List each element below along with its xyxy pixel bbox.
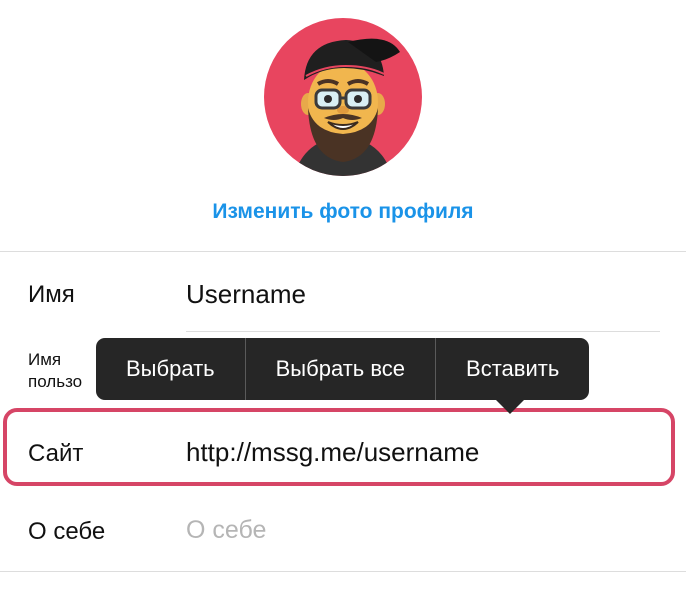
website-highlight-frame [3, 408, 675, 486]
profile-avatar[interactable] [264, 18, 422, 176]
section-divider-bottom [0, 571, 686, 572]
memoji-avatar-icon [294, 38, 400, 176]
name-field[interactable]: Username [186, 279, 306, 310]
bio-field[interactable]: О себе [186, 516, 266, 545]
row-divider [186, 331, 660, 332]
name-label: Имя [28, 281, 75, 308]
change-profile-photo-link[interactable]: Изменить фото профиля [0, 200, 686, 224]
bio-label: О себе [28, 518, 106, 545]
username-label: Имя пользо [28, 349, 82, 393]
text-context-menu: Выбрать Выбрать все Вставить [96, 338, 590, 400]
username-label-line1: Имя [28, 350, 62, 369]
section-divider [0, 251, 686, 252]
menu-item-select-all[interactable]: Выбрать все [246, 338, 435, 400]
username-label-line2: пользо [28, 372, 83, 391]
menu-item-paste[interactable]: Вставить [436, 338, 589, 400]
menu-pointer-arrow [496, 400, 524, 414]
menu-item-select[interactable]: Выбрать [96, 338, 245, 400]
